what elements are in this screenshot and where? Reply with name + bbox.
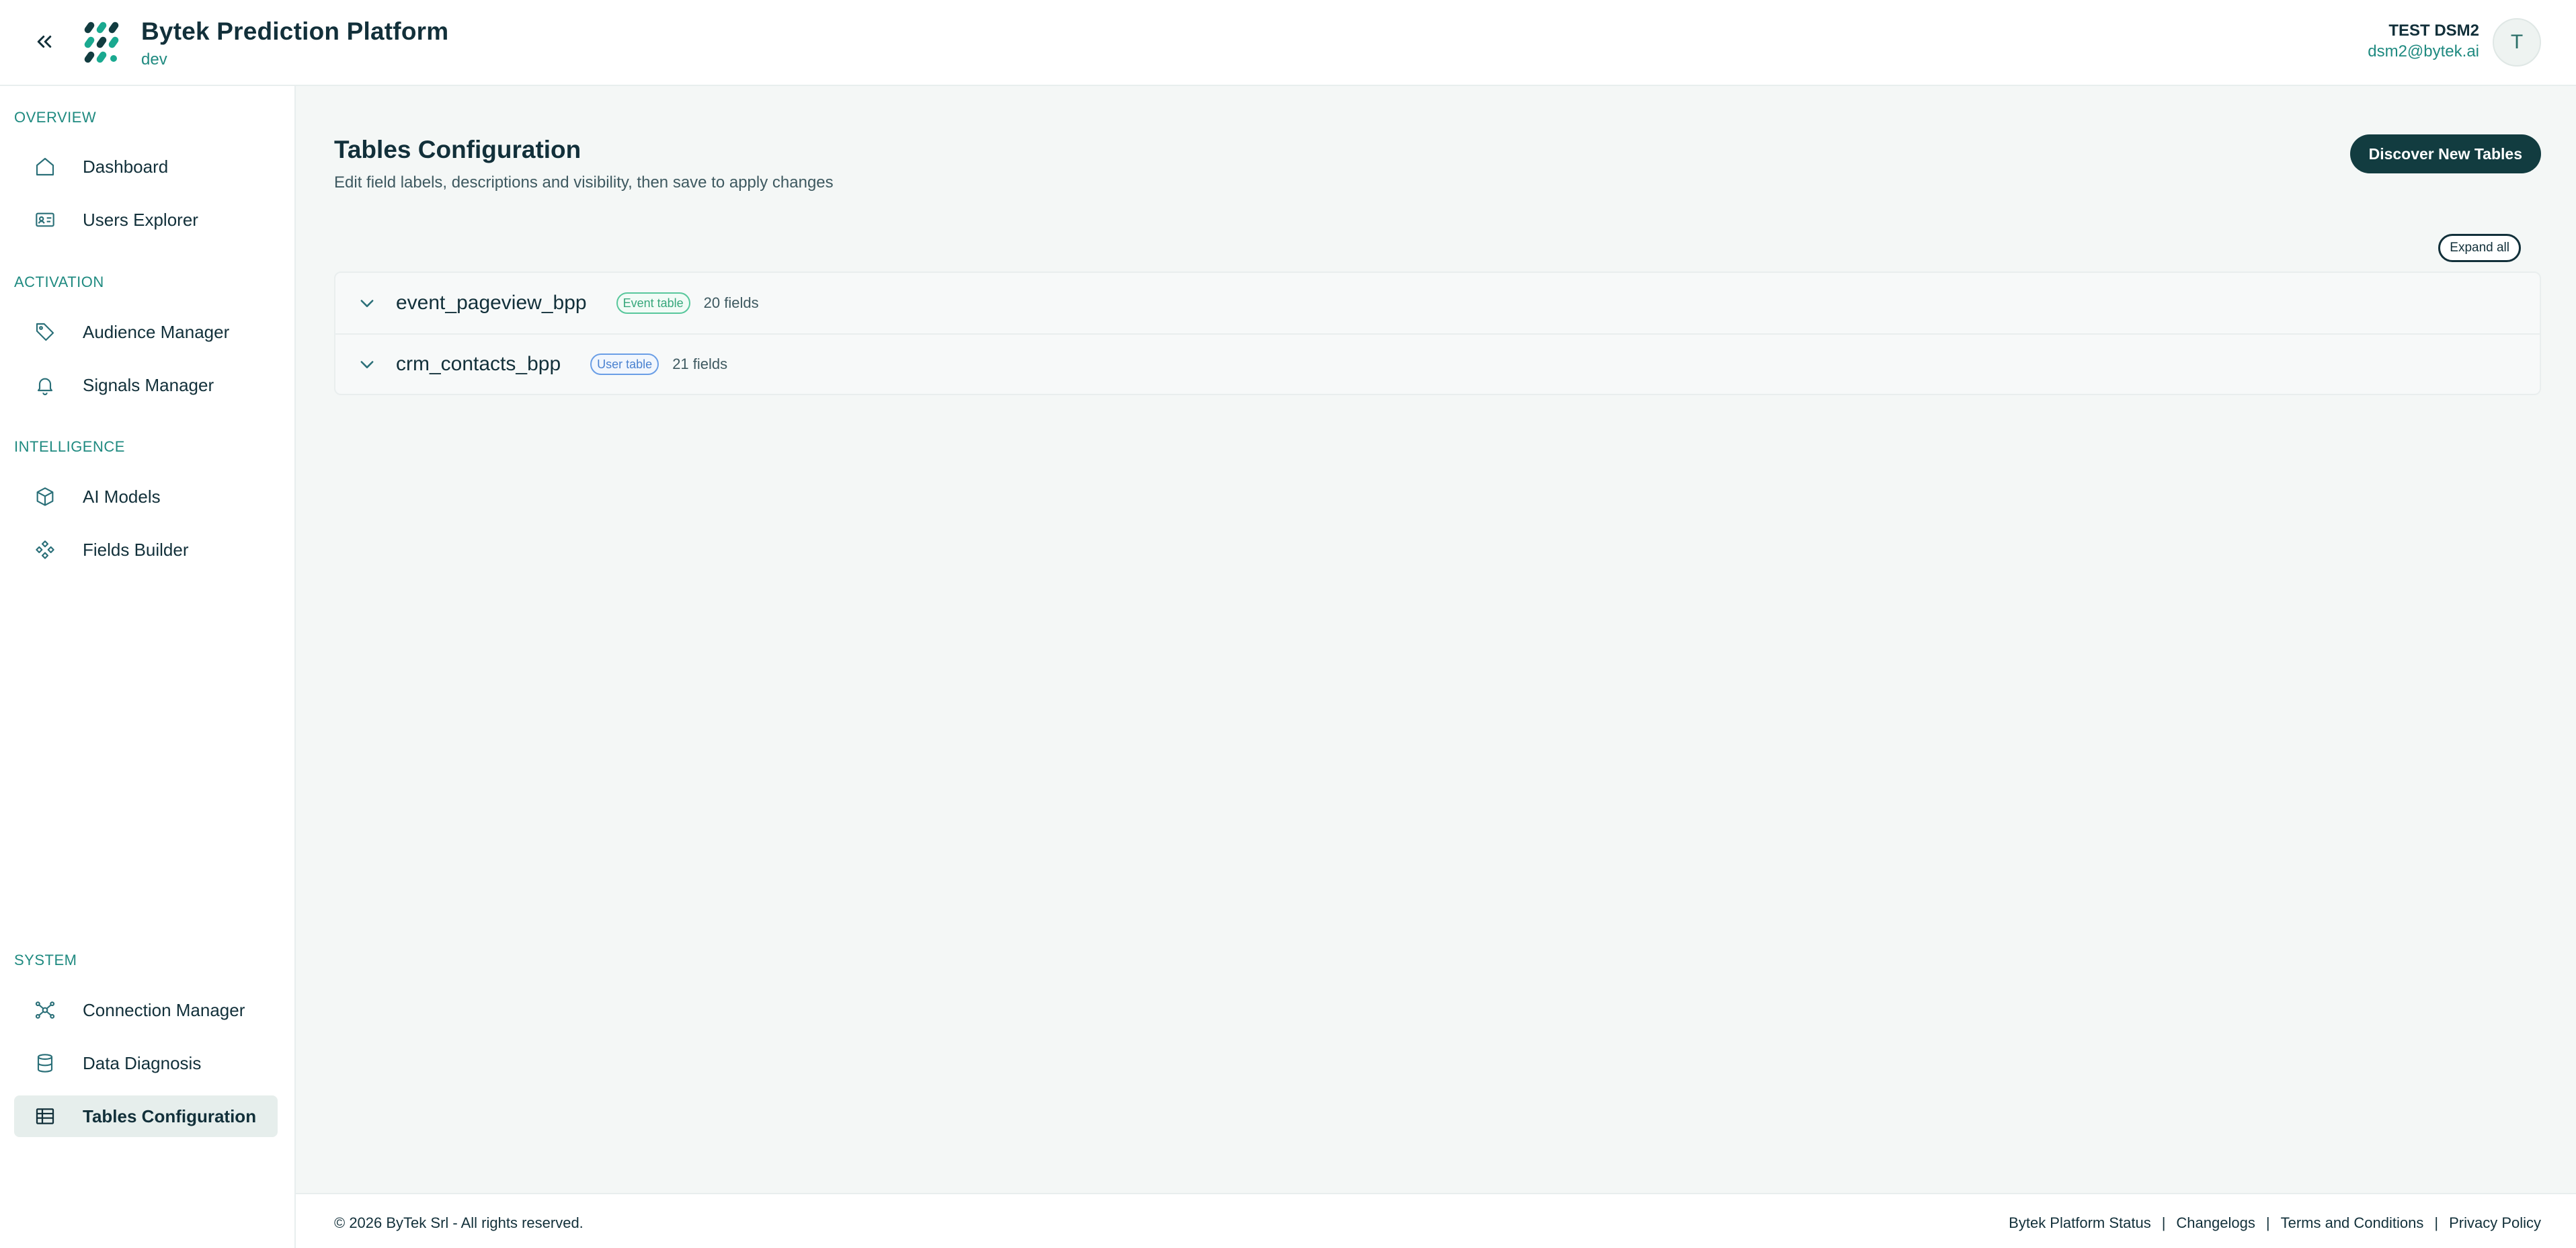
footer-separator: |: [2434, 1214, 2439, 1231]
sidebar-item-label: Users Explorer: [83, 209, 198, 230]
expand-all-button[interactable]: Expand all: [2438, 234, 2521, 262]
section-label-intelligence: INTELLIGENCE: [14, 438, 125, 455]
sidebar-item-label: Fields Builder: [83, 539, 189, 560]
components-icon: [33, 538, 57, 562]
table-type-badge: Event table: [616, 292, 690, 314]
sidebar-item-signals-manager[interactable]: Signals Manager: [14, 364, 278, 406]
table-name: event_pageview_bpp: [396, 292, 587, 314]
id-card-icon: [33, 208, 57, 232]
sidebar-item-data-diagnosis[interactable]: Data Diagnosis: [14, 1042, 278, 1084]
page-title: Tables Configuration: [334, 136, 581, 163]
section-label-activation: ACTIVATION: [14, 274, 104, 290]
user-avatar[interactable]: T: [2493, 18, 2541, 67]
sidebar-item-tables-configuration[interactable]: Tables Configuration: [14, 1095, 278, 1137]
sidebar-item-connection-manager[interactable]: Connection Manager: [14, 989, 278, 1031]
app-title: Bytek Prediction Platform: [141, 17, 449, 45]
sidebar-item-ai-models[interactable]: AI Models: [14, 476, 278, 517]
footer-link-platform-status[interactable]: Bytek Platform Status: [2009, 1214, 2151, 1232]
sidebar-item-label: Data Diagnosis: [83, 1052, 202, 1073]
footer-link-terms[interactable]: Terms and Conditions: [2281, 1214, 2424, 1232]
sidebar-item-label: Audience Manager: [83, 321, 230, 342]
tables-list: event_pageview_bpp Event table 20 fields…: [334, 272, 2541, 395]
sidebar-item-label: Tables Configuration: [83, 1106, 257, 1126]
section-label-overview: OVERVIEW: [14, 109, 97, 126]
home-icon: [33, 155, 57, 179]
field-count: 21 fields: [672, 356, 728, 372]
discover-new-tables-button[interactable]: Discover New Tables: [2349, 134, 2541, 173]
section-label-system: SYSTEM: [14, 952, 77, 968]
copyright-text: © 2026 ByTek Srl - All rights reserved.: [334, 1214, 583, 1231]
page-subtitle: Edit field labels, descriptions and visi…: [334, 173, 834, 192]
chevron-down-icon[interactable]: [356, 353, 378, 376]
user-name: TEST DSM2: [2388, 22, 2479, 40]
sidebar-item-dashboard[interactable]: Dashboard: [14, 146, 278, 188]
sidebar-item-fields-builder[interactable]: Fields Builder: [14, 529, 278, 571]
bell-icon: [33, 373, 57, 397]
footer: © 2026 ByTek Srl - All rights reserved. …: [296, 1193, 2576, 1248]
bytek-logo: [83, 20, 124, 65]
field-count: 20 fields: [703, 294, 759, 311]
footer-separator: |: [2265, 1214, 2270, 1231]
table-row-event-pageview-bpp[interactable]: event_pageview_bpp Event table 20 fields: [335, 273, 2540, 333]
cube-icon: [33, 485, 57, 509]
table-icon: [33, 1104, 57, 1128]
sidebar-item-label: AI Models: [83, 486, 161, 507]
footer-separator: |: [2161, 1214, 2166, 1231]
sidebar-item-label: Signals Manager: [83, 374, 214, 395]
user-email: dsm2@bytek.ai: [2368, 42, 2479, 60]
collapse-sidebar-button[interactable]: [30, 27, 59, 56]
footer-links: Bytek Platform Status | Changelogs | Ter…: [2009, 1214, 2541, 1232]
table-name: crm_contacts_bpp: [396, 353, 561, 375]
sidebar-item-users-explorer[interactable]: Users Explorer: [14, 199, 278, 241]
footer-link-changelogs[interactable]: Changelogs: [2176, 1214, 2255, 1232]
table-row-crm-contacts-bpp[interactable]: crm_contacts_bpp User table 21 fields: [335, 333, 2540, 394]
chevron-down-icon[interactable]: [356, 292, 378, 315]
sidebar-item-label: Dashboard: [83, 156, 169, 177]
environment-label: dev: [141, 50, 167, 69]
double-chevron-left-icon: [37, 36, 52, 48]
database-icon: [33, 1051, 57, 1075]
tag-icon: [33, 320, 57, 344]
sidebar: OVERVIEW Dashboard Users Explorer ACTIVA…: [0, 86, 296, 1248]
footer-link-privacy[interactable]: Privacy Policy: [2449, 1214, 2541, 1232]
network-icon: [33, 998, 57, 1022]
sidebar-item-audience-manager[interactable]: Audience Manager: [14, 311, 278, 353]
main-content: Tables Configuration Edit field labels, …: [296, 86, 2576, 1193]
sidebar-item-label: Connection Manager: [83, 999, 245, 1020]
table-type-badge: User table: [590, 353, 659, 375]
top-header: Bytek Prediction Platform dev TEST DSM2 …: [0, 0, 2576, 86]
